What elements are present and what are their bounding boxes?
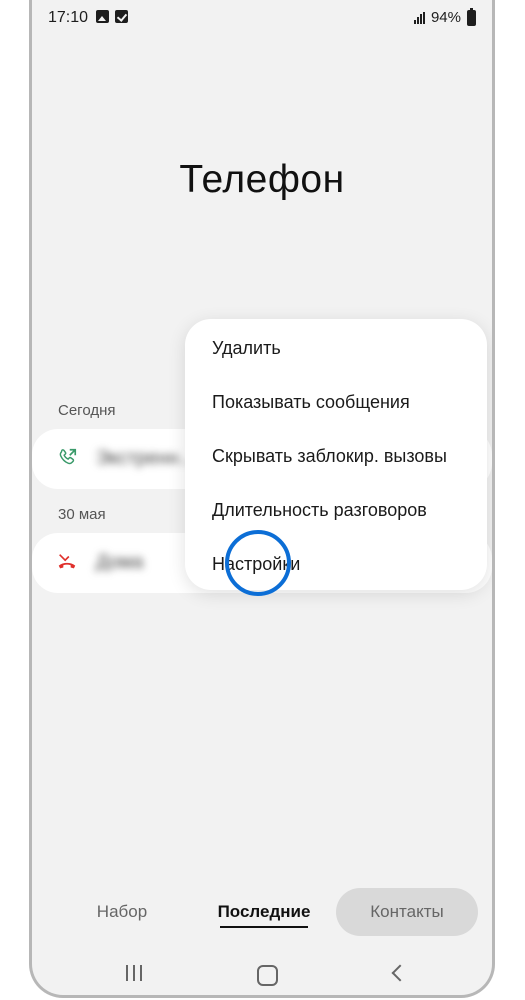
tab-dial[interactable]: Набор bbox=[72, 888, 172, 936]
home-icon[interactable] bbox=[257, 965, 278, 986]
tab-active-indicator bbox=[220, 926, 308, 928]
menu-item-delete[interactable]: Удалить bbox=[185, 321, 487, 375]
signal-icon bbox=[413, 11, 425, 24]
image-icon bbox=[96, 10, 109, 23]
bottom-tab-bar: Набор Последние Контакты bbox=[32, 888, 492, 938]
status-bar: 17:10 94% bbox=[32, 0, 492, 36]
tab-recents[interactable]: Последние bbox=[208, 888, 320, 936]
tap-highlight-ring bbox=[225, 530, 291, 596]
outgoing-call-icon bbox=[59, 448, 77, 465]
checkbox-icon bbox=[115, 10, 128, 23]
battery-icon bbox=[467, 7, 476, 26]
section-header-30-may: 30 мая bbox=[58, 506, 106, 523]
page-title: Телефон bbox=[179, 158, 345, 201]
section-header-today: Сегодня bbox=[58, 402, 116, 419]
phone-screen: 17:10 94% Телефон Сегодня Экстренн… 30 м… bbox=[29, 0, 495, 998]
recent-apps-icon[interactable] bbox=[126, 965, 142, 981]
battery-percent: 94% bbox=[430, 9, 461, 26]
status-time: 17:10 bbox=[48, 9, 89, 26]
system-nav-bar bbox=[32, 955, 492, 991]
menu-item-hide-blocked-calls[interactable]: Скрывать заблокир. вызовы bbox=[185, 429, 487, 483]
tab-contacts[interactable]: Контакты bbox=[336, 888, 478, 936]
back-icon[interactable] bbox=[391, 964, 409, 982]
menu-item-show-messages[interactable]: Показывать сообщения bbox=[185, 375, 487, 429]
missed-call-icon bbox=[58, 554, 76, 569]
menu-item-call-duration[interactable]: Длительность разговоров bbox=[185, 483, 487, 537]
